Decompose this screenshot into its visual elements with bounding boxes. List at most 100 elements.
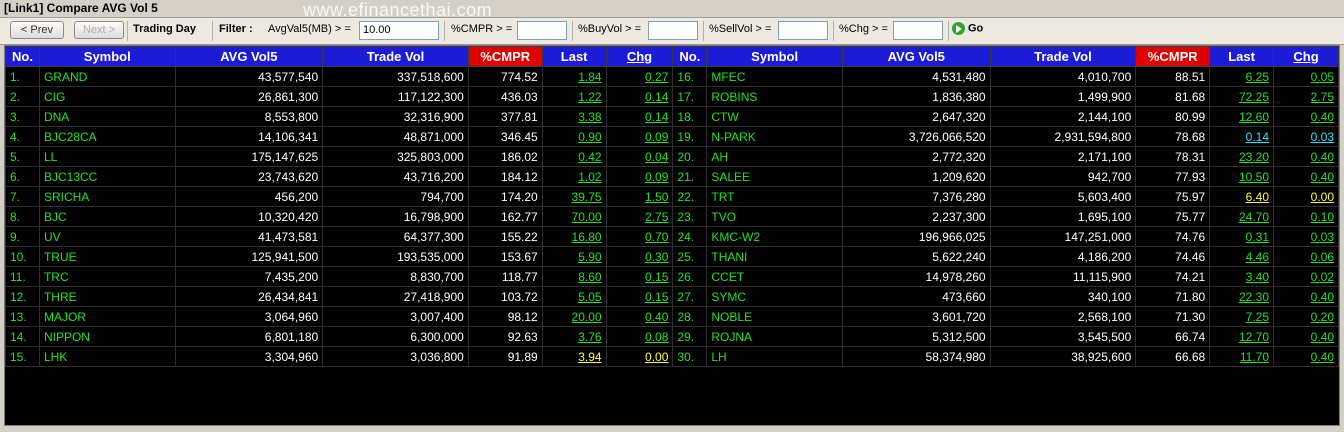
stock-symbol[interactable]: UV (38, 226, 176, 247)
table-row[interactable]: 7. SRICHA 456,200 794,700 174.20 39.75 1.50 22.… (5, 186, 1339, 207)
stock-symbol[interactable]: BJC28CA (38, 126, 176, 147)
avgvol-filter-input[interactable]: 10.00 (359, 21, 439, 40)
change-link[interactable]: 0.00 (605, 346, 674, 367)
change-link[interactable]: 0.08 (605, 326, 674, 347)
last-price-link[interactable]: 11.70 (1209, 346, 1275, 367)
col-header-no[interactable]: No. (5, 46, 40, 67)
stock-symbol[interactable]: MAJOR (38, 306, 176, 327)
change-link[interactable]: 0.20 (1273, 306, 1339, 327)
stock-symbol[interactable]: TRUE (38, 246, 176, 267)
last-price-link[interactable]: 3.76 (541, 326, 607, 347)
stock-symbol[interactable]: LH (706, 346, 843, 367)
cmpr-filter-input[interactable] (517, 21, 567, 40)
stock-symbol[interactable]: TVO (706, 206, 843, 227)
change-link[interactable]: 0.05 (1273, 66, 1339, 87)
change-link[interactable]: 0.10 (1273, 206, 1339, 227)
change-link[interactable]: 0.40 (1273, 326, 1339, 347)
last-price-link[interactable]: 0.31 (1209, 226, 1275, 247)
stock-symbol[interactable]: THANI (706, 246, 843, 267)
last-price-link[interactable]: 16.80 (541, 226, 607, 247)
stock-symbol[interactable]: ROJNA (706, 326, 843, 347)
last-price-link[interactable]: 24.70 (1209, 206, 1275, 227)
change-link[interactable]: 0.00 (1273, 186, 1339, 207)
table-row[interactable]: 4. BJC28CA 14,106,341 48,871,000 346.45 0.90 0… (5, 126, 1339, 147)
stock-symbol[interactable]: ROBINS (706, 86, 843, 107)
last-price-link[interactable]: 20.00 (541, 306, 607, 327)
last-price-link[interactable]: 5.05 (541, 286, 607, 307)
stock-symbol[interactable]: MFEC (706, 66, 843, 87)
last-price-link[interactable]: 3.38 (541, 106, 607, 127)
stock-symbol[interactable]: N-PARK (706, 126, 843, 147)
stock-symbol[interactable]: TRC (38, 266, 176, 287)
table-row[interactable]: 12. THRE 26,434,841 27,418,900 103.72 5.05 0.1… (5, 286, 1339, 307)
buyvol-filter-input[interactable] (648, 21, 698, 40)
last-price-link[interactable]: 70.00 (541, 206, 607, 227)
col-header-chg[interactable]: Chg (605, 46, 674, 67)
change-link[interactable]: 2.75 (605, 206, 674, 227)
chg-filter-input[interactable] (893, 21, 943, 40)
stock-symbol[interactable]: KMC-W2 (706, 226, 843, 247)
last-price-link[interactable]: 6.40 (1209, 186, 1275, 207)
stock-symbol[interactable]: CCET (706, 266, 843, 287)
change-link[interactable]: 0.09 (605, 166, 674, 187)
last-price-link[interactable]: 3.40 (1209, 266, 1275, 287)
col-header-chg[interactable]: Chg (1273, 46, 1339, 67)
sellvol-filter-input[interactable] (778, 21, 828, 40)
change-link[interactable]: 0.03 (1273, 126, 1339, 147)
stock-symbol[interactable]: LHK (38, 346, 176, 367)
change-link[interactable]: 0.03 (1273, 226, 1339, 247)
last-price-link[interactable]: 7.25 (1209, 306, 1275, 327)
change-link[interactable]: 0.40 (1273, 286, 1339, 307)
stock-symbol[interactable]: THRE (38, 286, 176, 307)
last-price-link[interactable]: 12.60 (1209, 106, 1275, 127)
col-header-symbol[interactable]: Symbol (38, 46, 176, 67)
change-link[interactable]: 0.15 (605, 266, 674, 287)
table-row[interactable]: 2. CIG 26,861,300 117,122,300 436.03 1.22 0.14… (5, 86, 1339, 107)
stock-symbol[interactable]: LL (38, 146, 176, 167)
col-header-trade-vol[interactable]: Trade Vol (322, 46, 469, 67)
change-link[interactable]: 0.40 (1273, 166, 1339, 187)
last-price-link[interactable]: 0.90 (541, 126, 607, 147)
last-price-link[interactable]: 39.75 (541, 186, 607, 207)
last-price-link[interactable]: 10.50 (1209, 166, 1275, 187)
last-price-link[interactable]: 72.25 (1209, 86, 1275, 107)
go-button[interactable]: Go (952, 22, 983, 35)
stock-symbol[interactable]: SRICHA (38, 186, 176, 207)
stock-symbol[interactable]: CIG (38, 86, 176, 107)
change-link[interactable]: 0.70 (605, 226, 674, 247)
col-header-avg-vol5[interactable]: AVG Vol5 (841, 46, 991, 67)
last-price-link[interactable]: 4.46 (1209, 246, 1275, 267)
change-link[interactable]: 0.06 (1273, 246, 1339, 267)
last-price-link[interactable]: 1.22 (541, 86, 607, 107)
table-row[interactable]: 13. MAJOR 3,064,960 3,007,400 98.12 20.00 0.40… (5, 306, 1339, 327)
table-row[interactable]: 3. DNA 8,553,800 32,316,900 377.81 3.38 0.14 18… (5, 106, 1339, 127)
col-header-cmpr[interactable]: %CMPR (467, 46, 543, 67)
last-price-link[interactable]: 23.20 (1209, 146, 1275, 167)
stock-symbol[interactable]: DNA (38, 106, 176, 127)
stock-symbol[interactable]: TRT (706, 186, 843, 207)
stock-symbol[interactable]: AH (706, 146, 843, 167)
stock-symbol[interactable]: NIPPON (38, 326, 176, 347)
change-link[interactable]: 0.14 (605, 86, 674, 107)
stock-symbol[interactable]: BJC13CC (38, 166, 176, 187)
change-link[interactable]: 0.15 (605, 286, 674, 307)
last-price-link[interactable]: 0.14 (1209, 126, 1275, 147)
col-header-avg-vol5[interactable]: AVG Vol5 (174, 46, 324, 67)
change-link[interactable]: 0.09 (605, 126, 674, 147)
table-row[interactable]: 6. BJC13CC 23,743,620 43,716,200 184.12 1.02 0… (5, 166, 1339, 187)
change-link[interactable]: 0.04 (605, 146, 674, 167)
stock-symbol[interactable]: BJC (38, 206, 176, 227)
change-link[interactable]: 0.40 (605, 306, 674, 327)
change-link[interactable]: 0.02 (1273, 266, 1339, 287)
change-link[interactable]: 0.40 (1273, 106, 1339, 127)
last-price-link[interactable]: 5.90 (541, 246, 607, 267)
last-price-link[interactable]: 22.30 (1209, 286, 1275, 307)
stock-symbol[interactable]: NOBLE (706, 306, 843, 327)
table-row[interactable]: 10. TRUE 125,941,500 193,535,000 153.67 5.90 0… (5, 246, 1339, 267)
last-price-link[interactable]: 3.94 (541, 346, 607, 367)
last-price-link[interactable]: 1.02 (541, 166, 607, 187)
table-row[interactable]: 11. TRC 7,435,200 8,830,700 118.77 8.60 0.15 26… (5, 266, 1339, 287)
table-row[interactable]: 15. LHK 3,304,960 3,036,800 91.89 3.94 0.00 30.… (5, 346, 1339, 367)
col-header-symbol[interactable]: Symbol (706, 46, 843, 67)
change-link[interactable]: 0.27 (605, 66, 674, 87)
